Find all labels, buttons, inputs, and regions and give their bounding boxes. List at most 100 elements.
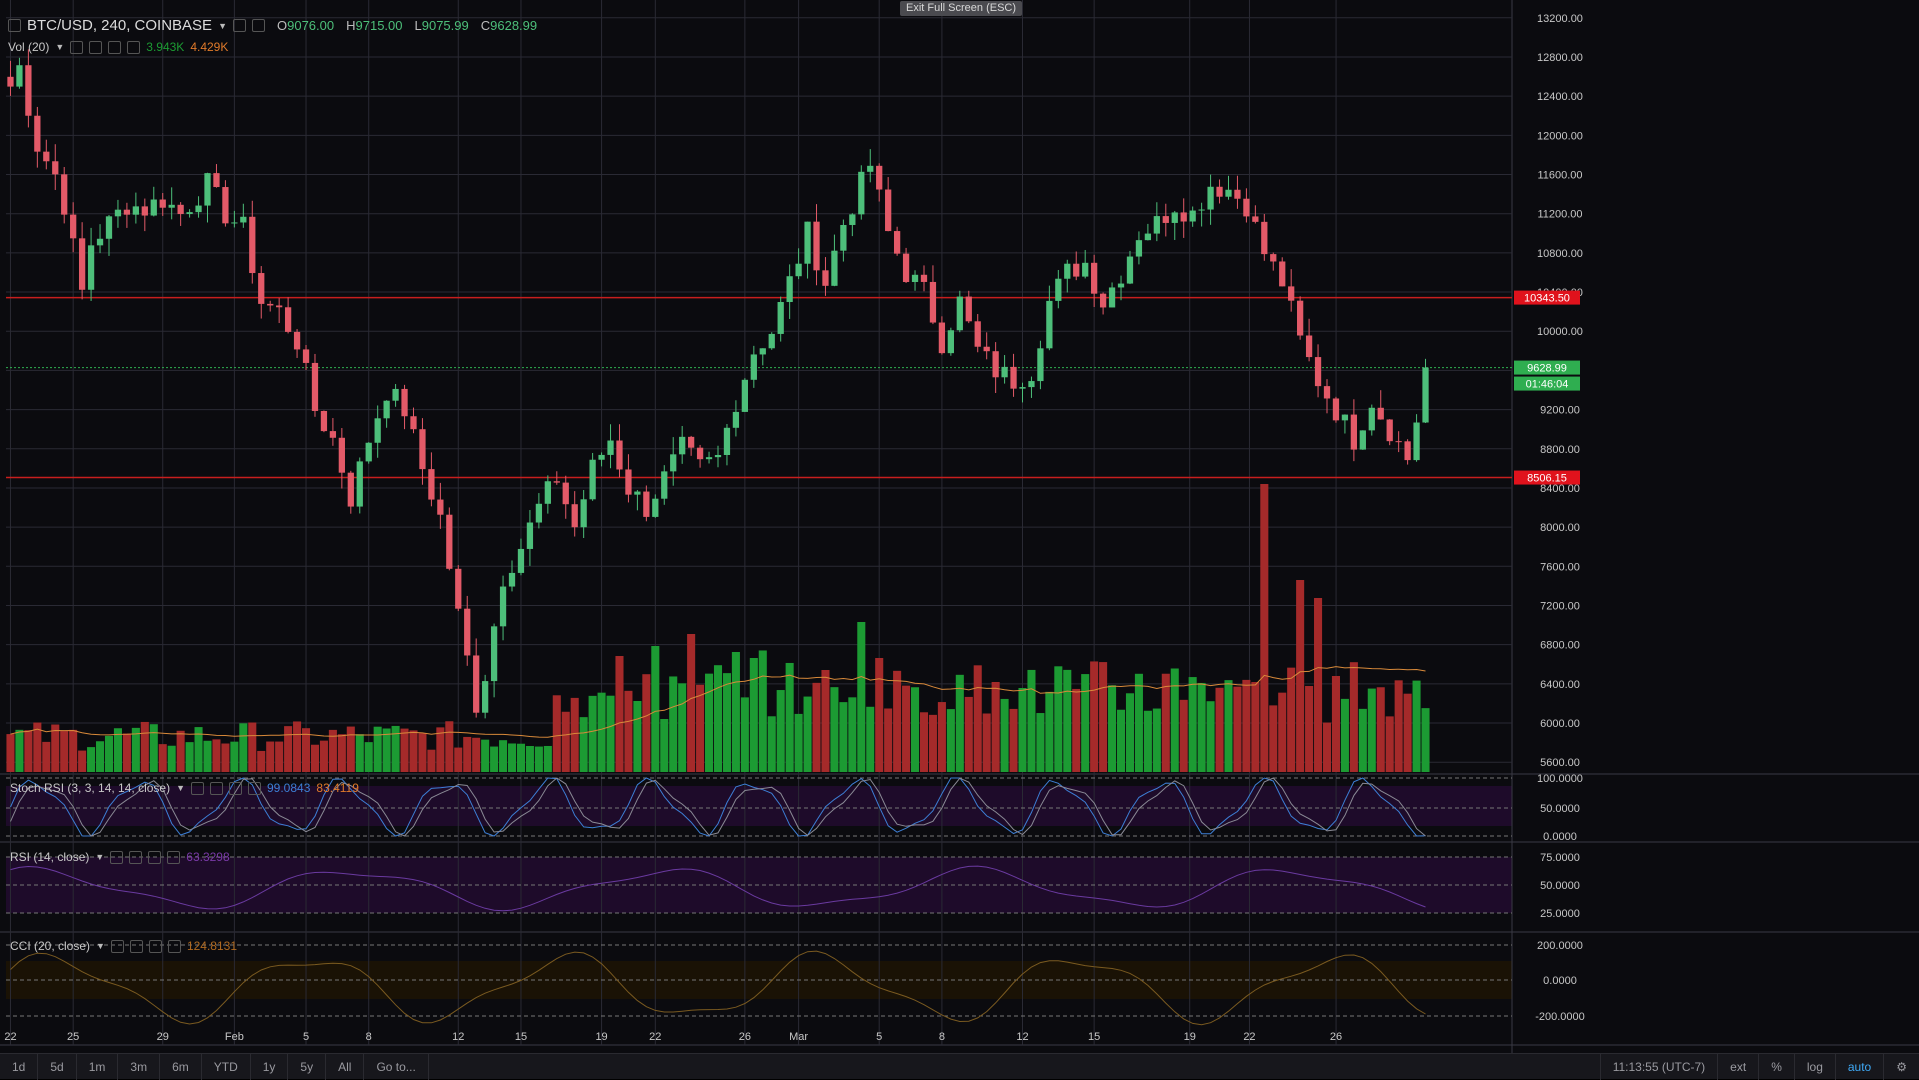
gear-icon[interactable]: ⚙	[1883, 1053, 1919, 1080]
volume-bar	[499, 740, 508, 772]
settings-icon[interactable]	[210, 781, 223, 795]
volume-bar	[713, 665, 723, 772]
clock-time[interactable]: 11:13:55 (UTC-7)	[1599, 1053, 1717, 1080]
rsi-value: 63.3298	[186, 850, 230, 864]
close-icon[interactable]	[167, 939, 181, 953]
chevron-down-icon[interactable]: ▼	[176, 783, 185, 793]
range-3m[interactable]: 3m	[118, 1053, 161, 1080]
volume-bar	[364, 742, 373, 772]
candle-body	[1395, 441, 1402, 443]
volume-bar	[830, 687, 839, 772]
volume-bar	[1358, 708, 1367, 772]
volume-bar	[1349, 662, 1358, 772]
cci-legend: CCI (20, close) ▼ 124.8131	[10, 939, 237, 953]
resistance-price-label: 10343.50	[1524, 293, 1570, 305]
chevron-down-icon[interactable]: ▼	[95, 852, 104, 862]
candle-body	[1010, 366, 1017, 389]
log-toggle[interactable]: log	[1793, 1053, 1835, 1080]
auto-toggle[interactable]: auto	[1834, 1053, 1883, 1080]
visibility-icon[interactable]	[251, 19, 265, 32]
candle-body	[1305, 335, 1313, 358]
volume-bar	[991, 682, 1000, 772]
volume-bar	[1340, 698, 1349, 772]
volume-bar	[651, 646, 660, 772]
volume-bar	[1305, 686, 1314, 772]
settings-icon[interactable]	[129, 850, 143, 864]
rsi-label[interactable]: RSI (14, close)	[10, 850, 89, 864]
rsi-tick-label: 75.0000	[1540, 852, 1580, 864]
ext-toggle[interactable]: ext	[1717, 1053, 1758, 1080]
add-icon[interactable]	[229, 781, 242, 795]
candle-body	[1189, 210, 1196, 222]
visibility-icon[interactable]	[110, 850, 124, 864]
add-icon[interactable]	[148, 939, 162, 953]
volume-bar	[239, 723, 248, 772]
volume-bar	[1206, 701, 1215, 772]
volume-bar	[552, 695, 561, 772]
candle-body	[714, 454, 722, 458]
candle-body	[1171, 212, 1178, 223]
volume-bar	[337, 734, 346, 772]
volume-bar	[1215, 687, 1224, 772]
chevron-down-icon[interactable]: ▼	[218, 21, 227, 31]
stoch-k-value: 99.0843	[267, 781, 311, 795]
volume-label[interactable]: Vol (20)	[8, 40, 49, 54]
volume-bar	[1054, 666, 1063, 772]
trading-chart[interactable]: 13200.00 12800.00 12400.00 12000.00 11600.00…	[0, 0, 1919, 1080]
time-tick-label: 8	[939, 1031, 945, 1043]
volume-bar	[24, 730, 33, 772]
volume-bar	[973, 665, 982, 772]
collapse-icon[interactable]	[8, 19, 21, 32]
candle-body	[293, 331, 301, 350]
range-1d[interactable]: 1d	[0, 1053, 39, 1080]
range-all[interactable]: All	[326, 1053, 365, 1080]
visibility-icon[interactable]	[110, 939, 124, 953]
goto-button[interactable]: Go to...	[364, 1053, 429, 1080]
candle-body	[867, 165, 874, 172]
candle-body	[508, 572, 516, 587]
volume-bar	[812, 682, 821, 772]
close-icon[interactable]	[248, 781, 261, 795]
time-tick-label: 8	[366, 1031, 372, 1043]
symbol-title[interactable]: BTC/USD, 240, COINBASE	[27, 17, 212, 34]
range-1y[interactable]: 1y	[251, 1053, 289, 1080]
volume-bar	[1179, 699, 1188, 772]
candle-body	[1386, 419, 1393, 442]
time-tick-label: Mar	[789, 1031, 808, 1043]
chart-canvas[interactable]: 13200.00 12800.00 12400.00 12000.00 11600.00…	[0, 0, 1919, 1079]
volume-bar	[1197, 682, 1206, 772]
range-5y[interactable]: 5y	[288, 1053, 327, 1080]
candle-body	[571, 504, 578, 528]
close-icon[interactable]	[167, 850, 181, 864]
range-1m[interactable]: 1m	[77, 1053, 119, 1080]
settings-icon[interactable]	[232, 19, 246, 32]
volume-bar	[346, 726, 355, 772]
volume-bar	[1081, 674, 1090, 772]
exit-fullscreen-button[interactable]: Exit Full Screen (ESC)	[900, 1, 1023, 16]
candle-body	[320, 410, 328, 432]
add-icon[interactable]	[148, 850, 162, 864]
percent-toggle[interactable]: %	[1758, 1053, 1794, 1080]
visibility-icon[interactable]	[70, 40, 84, 54]
cci-label[interactable]: CCI (20, close)	[10, 939, 90, 953]
range-6m[interactable]: 6m	[160, 1053, 202, 1080]
chevron-down-icon[interactable]: ▼	[96, 941, 105, 951]
add-icon[interactable]	[108, 40, 122, 54]
range-ytd[interactable]: YTD	[202, 1053, 251, 1080]
settings-icon[interactable]	[89, 40, 103, 54]
close-icon[interactable]	[127, 40, 141, 54]
candle-body	[1413, 422, 1420, 461]
volume-bar	[731, 652, 740, 772]
stoch-rsi-label[interactable]: Stoch RSI (3, 3, 14, 14, close)	[10, 781, 170, 795]
range-5d[interactable]: 5d	[38, 1053, 77, 1080]
volume-bar	[875, 658, 884, 772]
settings-icon[interactable]	[129, 939, 143, 953]
time-tick-label: 25	[67, 1031, 79, 1043]
candle-body	[1108, 287, 1116, 308]
visibility-icon[interactable]	[191, 781, 204, 795]
volume-bar	[928, 714, 937, 772]
candle-body	[329, 431, 337, 438]
chevron-down-icon[interactable]: ▼	[55, 42, 64, 52]
volume-bar	[803, 696, 812, 772]
volume-bar	[776, 690, 785, 772]
